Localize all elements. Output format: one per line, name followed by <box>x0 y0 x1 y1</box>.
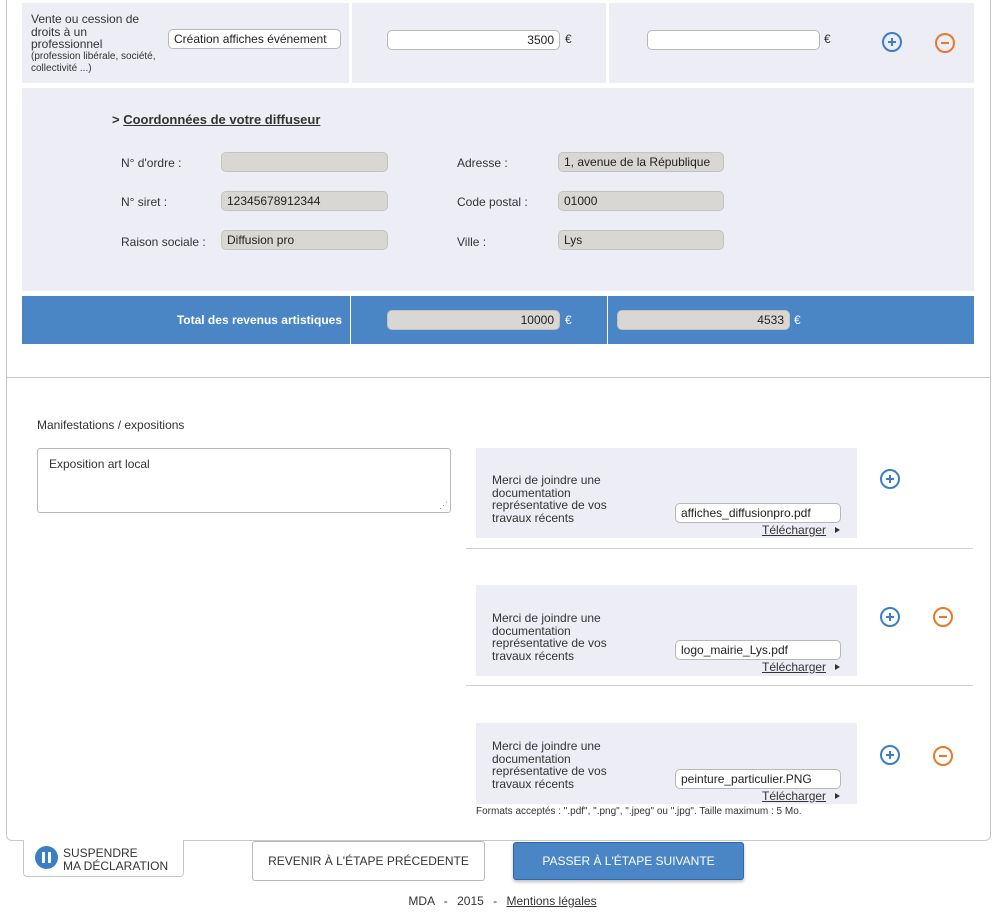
footer: MDA - 2015 - Mentions légales <box>0 894 1005 908</box>
diffuseur-title: > Coordonnées de votre diffuseur <box>112 112 320 127</box>
arrow-right-icon <box>835 527 840 533</box>
add-file-plus-icon[interactable] <box>880 607 900 627</box>
upload-divider <box>466 548 973 549</box>
formats-note: Formats acceptés : ".pdf", ".png", ".jpe… <box>476 806 802 817</box>
income-description-field[interactable]: Création affiches événement <box>168 29 341 49</box>
currency-symbol: € <box>565 313 572 327</box>
diffuseur-title-text: Coordonnées de votre diffuseur <box>123 112 321 127</box>
siret-field[interactable]: 12345678912344 <box>221 191 388 211</box>
next-step-button[interactable]: PASSER À L'ÉTAPE SUIVANTE <box>513 842 744 880</box>
upload-prompt: Merci de joindre une documentation repré… <box>492 739 607 791</box>
remove-row-minus-icon[interactable] <box>935 33 955 53</box>
upload-file-field[interactable]: logo_mairie_Lys.pdf <box>675 640 841 660</box>
total-label: Total des revenus artistiques <box>176 313 342 327</box>
upload-divider <box>466 685 973 686</box>
resize-handle-icon[interactable]: ⋰ <box>439 500 448 511</box>
arrow-right-icon <box>835 793 840 799</box>
arrow-right-icon <box>835 664 840 670</box>
pause-icon <box>35 846 58 869</box>
add-file-plus-icon[interactable] <box>880 469 900 489</box>
suspend-button[interactable]: SUSPENDRE MA DÉCLARATION <box>23 840 184 877</box>
footer-separator: - <box>443 894 448 908</box>
legal-link[interactable]: Mentions légales <box>507 894 597 908</box>
download-link[interactable]: Télécharger <box>762 523 826 537</box>
adresse-field[interactable]: 1, avenue de la République <box>558 152 724 172</box>
suspend-label-line2: MA DÉCLARATION <box>63 859 169 873</box>
currency-symbol: € <box>824 32 831 46</box>
upload-file-field[interactable]: affiches_diffusionpro.pdf <box>675 503 841 523</box>
ville-label: Ville : <box>457 235 487 249</box>
code-postal-label: Code postal : <box>457 195 528 209</box>
manifestations-text: Exposition art local <box>49 457 150 471</box>
ordre-field[interactable] <box>221 152 388 172</box>
upload-prompt: Merci de joindre une documentation repré… <box>492 611 607 663</box>
adresse-label: Adresse : <box>457 156 508 170</box>
code-postal-field[interactable]: 01000 <box>558 191 724 211</box>
download-link[interactable]: Télécharger <box>762 789 826 803</box>
income-type-sublabel: (profession libérale, société, collectiv… <box>31 51 156 74</box>
siret-label: N° siret : <box>121 195 168 209</box>
footer-year: 2015 <box>457 894 484 908</box>
total-divider <box>350 296 351 344</box>
upload-prompt: Merci de joindre une documentation repré… <box>492 473 607 525</box>
previous-step-button[interactable]: REVENIR À L'ÉTAPE PRÉCEDENTE <box>252 841 485 881</box>
remove-file-minus-icon[interactable] <box>933 607 953 627</box>
currency-symbol: € <box>565 32 572 46</box>
add-file-plus-icon[interactable] <box>880 745 900 765</box>
upload-file-field[interactable]: peinture_particulier.PNG <box>675 769 841 789</box>
footer-separator: - <box>493 894 498 908</box>
total-value-2-field: 4533 <box>617 310 790 330</box>
currency-symbol: € <box>794 313 801 327</box>
income-type-label: Vente ou cession de droits à un professi… <box>31 12 140 51</box>
diffuseur-title-prefix: > <box>112 112 120 127</box>
download-link[interactable]: Télécharger <box>762 660 826 674</box>
ordre-label: N° d'ordre : <box>121 156 182 170</box>
manifestations-textarea[interactable]: Exposition art local ⋰ <box>37 448 451 513</box>
suspend-label-line1: SUSPENDRE <box>63 846 138 860</box>
total-value-1-field: 10000 <box>387 310 560 330</box>
income-amount-2-field[interactable] <box>647 30 820 50</box>
income-amount-1-field[interactable]: 3500 <box>387 30 560 50</box>
ville-field[interactable]: Lys <box>558 230 724 250</box>
manifestations-label: Manifestations / expositions <box>37 418 185 432</box>
add-row-plus-icon[interactable] <box>882 32 902 52</box>
section-divider <box>6 377 991 378</box>
total-divider <box>607 296 608 344</box>
footer-org: MDA <box>408 894 435 908</box>
raison-sociale-field[interactable]: Diffusion pro <box>221 230 388 250</box>
raison-sociale-label: Raison sociale : <box>121 235 206 249</box>
remove-file-minus-icon[interactable] <box>933 746 953 766</box>
